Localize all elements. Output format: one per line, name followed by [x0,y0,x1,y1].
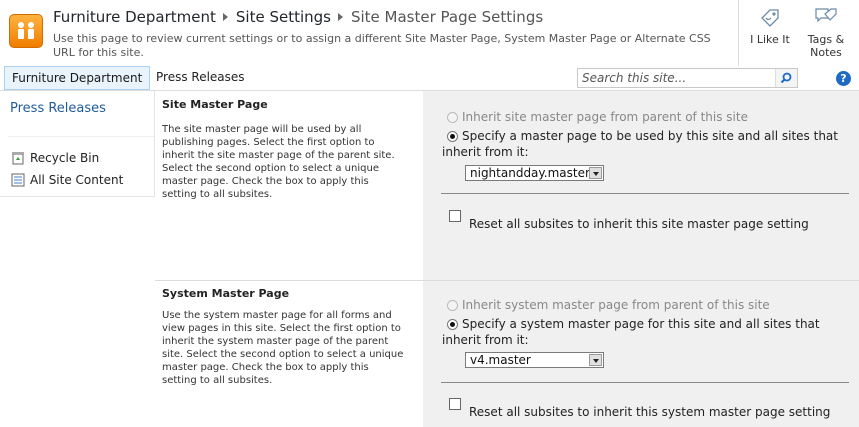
divider [8,136,154,137]
site-master-specify-label: Specify a master page to be used by this… [442,129,838,159]
tags-notes-label: Tags & Notes [807,33,845,59]
quick-launch-press-releases[interactable]: Press Releases [10,101,106,116]
site-master-title: Site Master Page [162,98,268,111]
site-master-section-info: Site Master Page The site master page wi… [155,91,423,280]
tags-notes-icon [815,8,837,23]
tag-icon [761,9,779,27]
search-box [577,68,798,88]
site-content-icon [11,173,25,187]
site-master-reset-checkbox[interactable] [449,210,461,222]
i-like-it-label: I Like It [750,33,790,46]
all-site-content-link[interactable]: All Site Content [11,173,123,187]
chevron-down-icon [589,354,602,366]
search-button[interactable] [775,69,797,87]
system-master-specify-label: Specify a system master page for this si… [442,317,820,347]
site-master-description: The site master page will be used by all… [162,124,395,200]
chevron-down-icon [589,167,602,179]
site-master-inherit-radio[interactable] [447,112,458,123]
divider [441,193,849,194]
site-master-reset-label: Reset all subsites to inherit this site … [469,217,809,231]
page-description: Use this page to review current settings… [53,32,711,59]
system-master-section-info: System Master Page Use the system master… [155,281,423,427]
help-icon[interactable]: ? [836,71,851,86]
system-master-title: System Master Page [162,287,290,300]
site-master-inherit-label: Inherit site master page from parent of … [462,110,748,124]
chevron-right-icon [222,13,228,21]
tab-furniture-department[interactable]: Furniture Department [4,66,151,90]
breadcrumb: Furniture Department Site Settings Site Ma… [53,8,543,26]
system-master-selected-value: v4.master [470,353,531,367]
system-master-reset-checkbox[interactable] [449,398,461,410]
system-master-reset-label: Reset all subsites to inherit this syste… [469,405,831,419]
breadcrumb-site-settings[interactable]: Site Settings [236,8,331,26]
site-master-select[interactable]: nightandday.master [465,165,604,181]
recycle-bin-label: Recycle Bin [30,151,100,165]
quick-launch: Press Releases Recycle Bin All Site Cont… [0,91,155,427]
recycle-bin-icon [12,152,24,165]
quick-launch-panel: Press Releases Recycle Bin All Site Cont… [0,91,155,197]
breadcrumb-site[interactable]: Furniture Department [53,8,216,26]
system-master-select[interactable]: v4.master [465,352,604,368]
divider [738,0,739,66]
search-input[interactable] [578,69,782,87]
top-nav: Furniture Department Press Releases ? [0,66,859,91]
page-header: Furniture Department Site Settings Site Ma… [0,0,859,67]
tab-press-releases[interactable]: Press Releases [149,66,252,90]
system-master-inherit-label: Inherit system master page from parent o… [462,298,770,312]
site-master-selected-value: nightandday.master [470,166,590,180]
recycle-bin-link[interactable]: Recycle Bin [11,151,99,165]
site-logo-icon[interactable] [9,14,43,48]
divider [441,382,849,383]
page-title: Site Master Page Settings [350,8,544,26]
i-like-it-button[interactable]: I Like It [742,4,798,46]
chevron-right-icon [337,13,343,21]
system-master-description: Use the system master page for all forms… [162,310,404,386]
all-site-content-label: All Site Content [30,173,124,187]
tags-notes-button[interactable]: Tags & Notes [798,4,854,59]
system-master-inherit-radio[interactable] [447,300,458,311]
search-icon [780,72,792,84]
